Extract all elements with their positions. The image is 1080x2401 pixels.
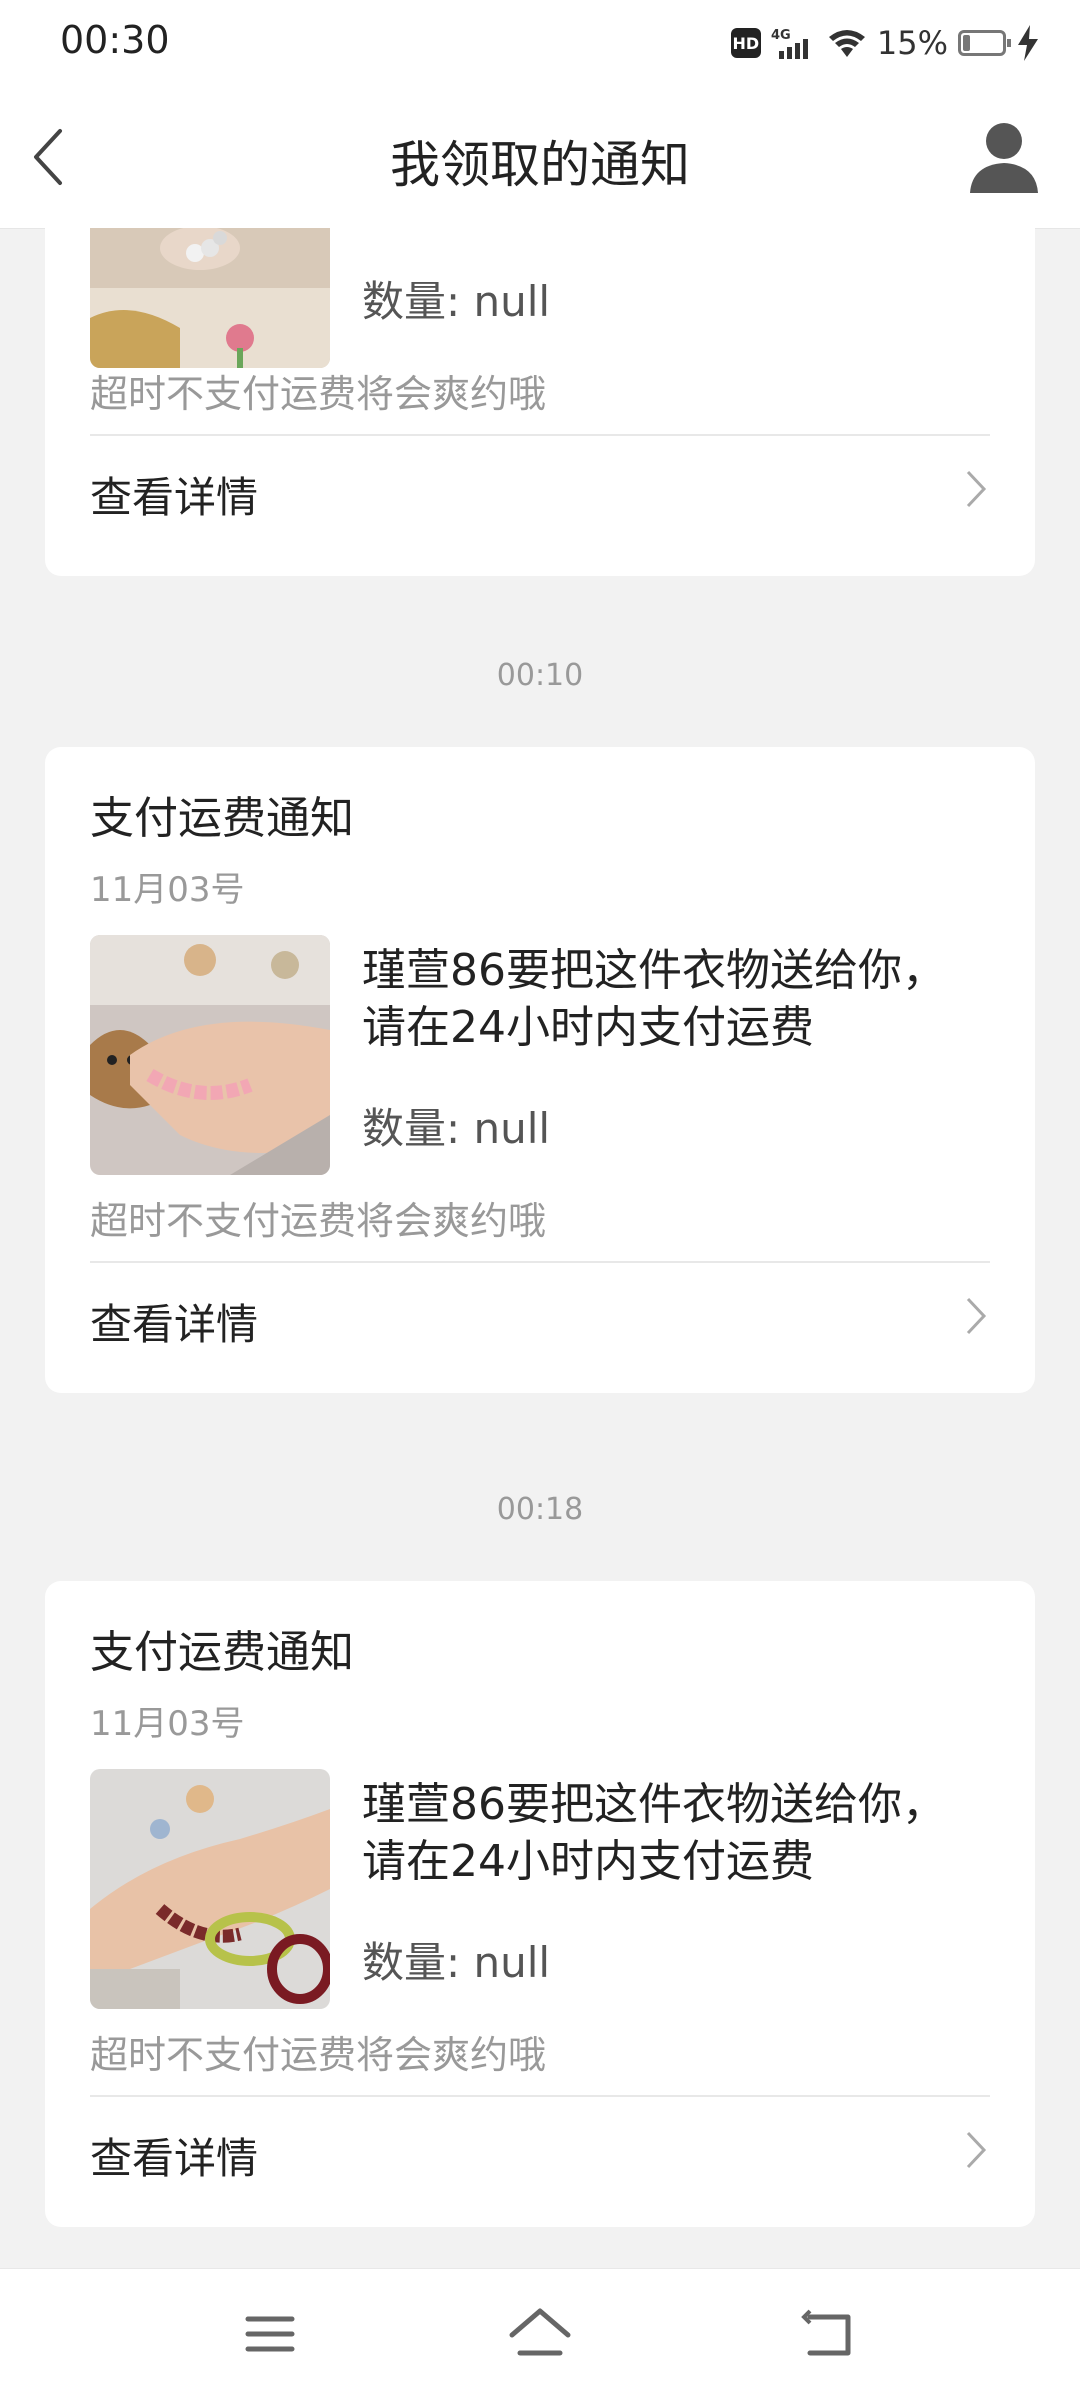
page-title: 我领取的通知 — [390, 136, 690, 194]
battery-percent: 15% — [876, 24, 948, 62]
notification-description: 瑾萱86要把这件衣物送给你，请在24小时内支付运费 — [362, 945, 946, 1053]
card-title: 支付运费通知 — [90, 793, 354, 844]
card-date: 11月03号 — [90, 1704, 245, 1744]
timeout-warning: 超时不支付运费将会爽约哦 — [90, 1199, 547, 1243]
message-timestamp: 00:10 — [496, 658, 584, 693]
notification-list[interactable]: 数量: null 超时不支付运费将会爽约哦 查看详情 00:10 支付运费通知 … — [0, 228, 1080, 2268]
chevron-right-icon — [966, 2131, 987, 2169]
item-quantity: 数量: null — [362, 277, 551, 326]
battery-icon — [958, 30, 1011, 56]
item-thumbnail — [90, 935, 330, 1175]
view-details-row[interactable]: 查看详情 — [90, 444, 990, 534]
timeout-warning: 超时不支付运费将会爽约哦 — [90, 2033, 547, 2077]
item-quantity: 数量: null — [362, 1938, 551, 1987]
status-icons: HD 4G 15% — [730, 18, 1040, 68]
card-date: 11月03号 — [90, 870, 245, 910]
home-icon[interactable] — [500, 2299, 580, 2369]
top-app-bar: 我领取的通知 — [0, 85, 1080, 229]
chevron-right-icon — [966, 1297, 987, 1335]
view-details-row[interactable]: 查看详情 — [90, 2105, 990, 2195]
wifi-icon — [828, 30, 865, 57]
status-bar: 00:30 HD 4G 15% — [0, 0, 1080, 85]
menu-icon[interactable] — [230, 2299, 310, 2369]
view-details-label: 查看详情 — [90, 1300, 259, 1349]
card-divider — [90, 1261, 990, 1263]
timeout-warning: 超时不支付运费将会爽约哦 — [90, 372, 547, 416]
notification-card: 支付运费通知 11月03号 瑾萱86要把这件衣物送给你，请在24小时内支付运费 … — [45, 747, 1035, 1393]
message-timestamp: 00:18 — [496, 1492, 584, 1527]
item-thumbnail — [90, 1769, 330, 2009]
notification-description: 瑾萱86要把这件衣物送给你，请在24小时内支付运费 — [362, 1779, 946, 1887]
network-type-label: 4G — [771, 28, 791, 43]
hd-icon: HD — [730, 28, 761, 58]
notification-card: 支付运费通知 11月03号 瑾萱86要把这件衣物送给你，请在24小时内支付运费 … — [45, 1581, 1035, 2227]
status-time: 00:30 — [60, 18, 170, 62]
view-details-label: 查看详情 — [90, 2134, 259, 2183]
item-quantity: 数量: null — [362, 1104, 551, 1153]
card-divider — [90, 434, 990, 436]
user-profile-icon[interactable] — [964, 117, 1044, 197]
return-icon[interactable] — [790, 2299, 870, 2369]
card-title: 支付运费通知 — [90, 1627, 354, 1678]
view-details-label: 查看详情 — [90, 473, 259, 522]
system-nav-bar — [0, 2268, 1080, 2401]
signal-icon: 4G — [771, 28, 808, 59]
card-divider — [90, 2095, 990, 2097]
charging-bolt-icon — [1018, 25, 1038, 61]
notification-card: 数量: null 超时不支付运费将会爽约哦 查看详情 — [45, 228, 1035, 576]
chevron-right-icon — [966, 470, 987, 508]
item-thumbnail — [90, 228, 330, 368]
view-details-row[interactable]: 查看详情 — [90, 1271, 990, 1361]
